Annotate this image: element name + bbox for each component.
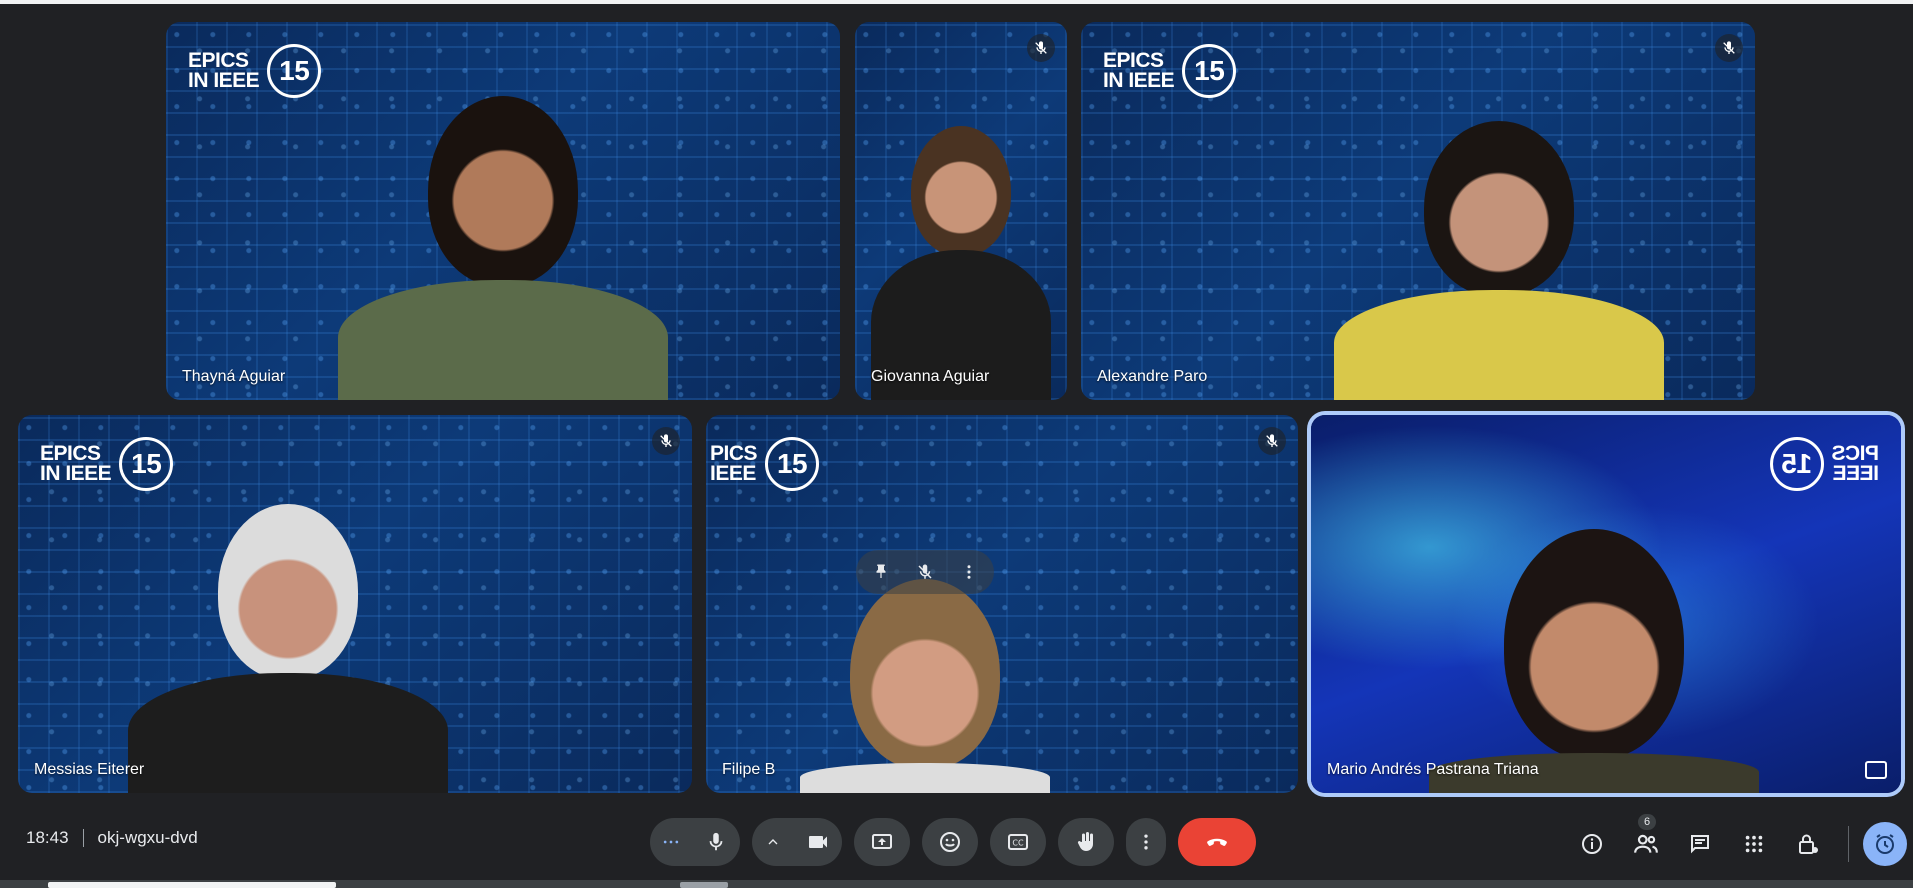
epics-logo: PICS IEEE 15: [1769, 437, 1879, 491]
participant-tile-mario[interactable]: PICS IEEE 15 Mario Andrés Pastrana Triana: [1311, 415, 1901, 793]
participant-video: [871, 126, 1051, 400]
meeting-details: 18:43 okj-wgxu-dvd: [26, 828, 198, 848]
hand-icon[interactable]: [1058, 818, 1114, 866]
participant-tile-alexandre[interactable]: EPICS IN IEEE 15 Alexandre Paro: [1081, 22, 1755, 400]
pin-icon[interactable]: [866, 557, 896, 587]
fullscreen-icon[interactable]: [1865, 761, 1887, 779]
more-vert-icon[interactable]: [1126, 818, 1166, 866]
mic-off-icon: [1258, 427, 1286, 455]
participant-tile-messias[interactable]: EPICS IN IEEE 15 Messias Eiterer: [18, 415, 692, 793]
cc-icon[interactable]: CC: [990, 818, 1046, 866]
timer-icon[interactable]: [1863, 822, 1907, 866]
participant-tile-filipe[interactable]: PICS IEEE 15 Filipe B: [706, 415, 1298, 793]
epics-logo: EPICS IN IEEE 15: [1103, 44, 1237, 98]
divider: [1848, 826, 1849, 862]
video-grid: EPICS IN IEEE 15 Thayná Aguiar Giovanna A…: [0, 0, 1913, 800]
participant-name: Messias Eiterer: [34, 761, 145, 778]
participant-name: Mario Andrés Pastrana Triana: [1327, 761, 1539, 778]
chevron-up-icon[interactable]: [752, 818, 794, 866]
more-horiz-icon[interactable]: [650, 818, 692, 866]
side-controls: 6: [1572, 814, 1907, 866]
present-screen-icon[interactable]: [854, 818, 910, 866]
more-vert-icon[interactable]: [954, 557, 984, 587]
participant-name: Giovanna Aguiar: [871, 368, 990, 385]
lock-person-icon[interactable]: [1788, 824, 1828, 864]
mic-icon[interactable]: [692, 818, 740, 866]
epics-logo: EPICS IN IEEE 15: [40, 437, 174, 491]
people-count-badge: 6: [1638, 814, 1656, 830]
call-end-icon[interactable]: [1178, 818, 1256, 866]
participant-video: [338, 96, 668, 400]
divider: [82, 829, 84, 847]
info-icon[interactable]: [1572, 824, 1612, 864]
top-divider: [0, 0, 1913, 4]
scrollbar-thumb[interactable]: [48, 882, 336, 888]
participant-video: [1429, 529, 1760, 793]
tile-hover-controls: [856, 550, 995, 594]
horizontal-scrollbar[interactable]: [0, 880, 1913, 888]
meeting-toolbar: 18:43 okj-wgxu-dvd CC 6: [0, 800, 1913, 880]
mic-off-icon[interactable]: [910, 557, 940, 587]
video-control-group: [752, 818, 842, 866]
mic-off-icon: [1715, 34, 1743, 62]
epics-logo: PICS IEEE 15: [710, 437, 820, 491]
participant-name: Thayná Aguiar: [182, 368, 286, 385]
chat-icon[interactable]: [1680, 824, 1720, 864]
mic-off-icon: [652, 427, 680, 455]
participant-name: Filipe B: [722, 761, 776, 778]
people-icon[interactable]: 6: [1626, 814, 1666, 864]
participant-video: [1333, 121, 1664, 400]
participant-tile-thayna[interactable]: EPICS IN IEEE 15 Thayná Aguiar: [166, 22, 840, 400]
svg-text:CC: CC: [1012, 839, 1024, 848]
videocam-icon[interactable]: [794, 818, 842, 866]
center-controls: CC: [650, 818, 1256, 866]
participant-name: Alexandre Paro: [1097, 368, 1208, 385]
meeting-time: 18:43: [26, 828, 69, 847]
participant-video: [800, 579, 1051, 793]
apps-icon[interactable]: [1734, 824, 1774, 864]
meeting-code: okj-wgxu-dvd: [97, 828, 198, 847]
mic-off-icon: [1027, 34, 1055, 62]
emoji-icon[interactable]: [922, 818, 978, 866]
participant-video: [127, 504, 448, 793]
epics-logo: EPICS IN IEEE 15: [188, 44, 322, 98]
audio-control-group: [650, 818, 740, 866]
scrollbar-thumb-secondary[interactable]: [680, 882, 728, 888]
participant-tile-giovanna[interactable]: Giovanna Aguiar: [855, 22, 1067, 400]
